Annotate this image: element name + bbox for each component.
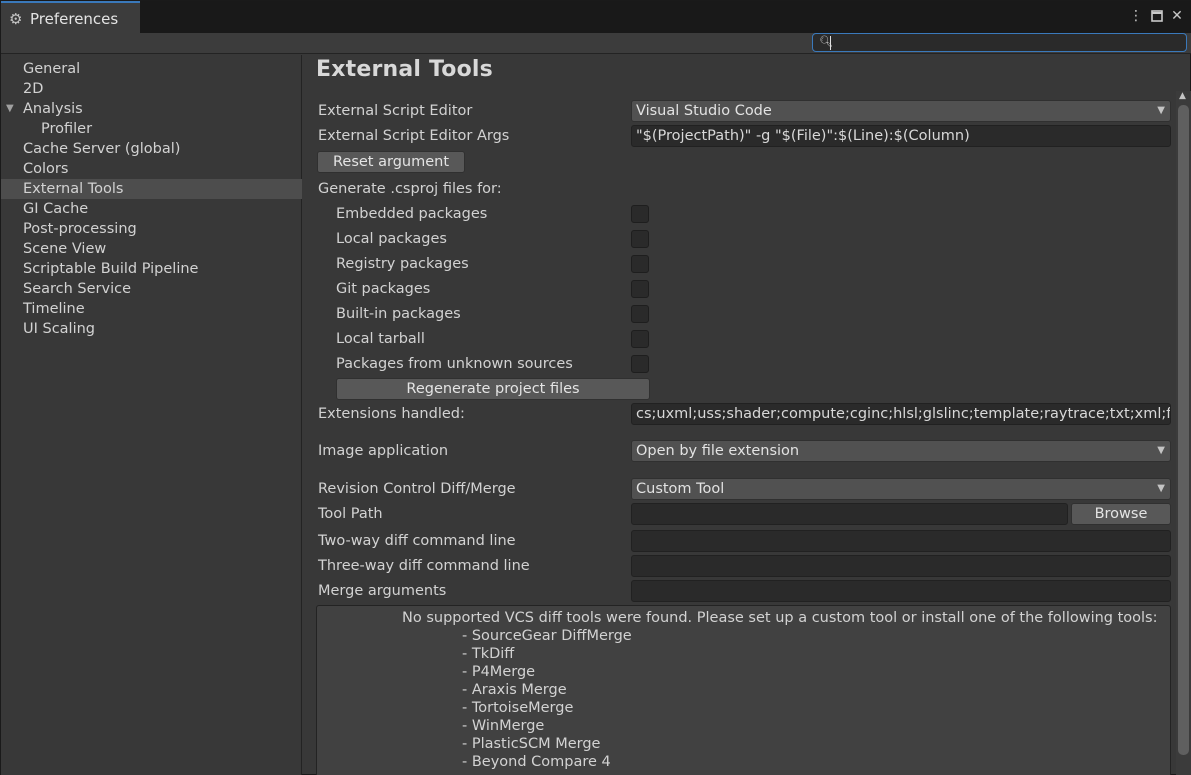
sidebar-item-cache-server[interactable]: Cache Server (global) [1, 139, 302, 159]
sidebar-item-label: Scriptable Build Pipeline [23, 261, 199, 277]
embedded-packages-checkbox[interactable] [631, 205, 649, 223]
window-title: Preferences [30, 9, 119, 28]
title-bar: ⚙ Preferences ⋮ ✕ [1, 1, 1191, 34]
two-way-diff-field[interactable] [631, 530, 1171, 552]
scrollbar-thumb[interactable] [1178, 105, 1189, 755]
sidebar-item-label: General [23, 61, 81, 77]
sidebar-item-external-tools[interactable]: External Tools [1, 179, 302, 199]
maximize-icon[interactable] [1149, 6, 1165, 26]
script-editor-args-field[interactable]: "$(ProjectPath)" -g "$(File)":$(Line):$(… [631, 125, 1171, 147]
sidebar-item-label: 2D [23, 81, 44, 97]
extensions-field[interactable]: cs;uxml;uss;shader;compute;cginc;hlsl;gl… [631, 403, 1171, 425]
help-tool-item: - SourceGear DiffMerge [462, 628, 632, 644]
local-packages-checkbox[interactable] [631, 230, 649, 248]
registry-packages-label: Registry packages [336, 256, 469, 272]
built-in-packages-label: Built-in packages [336, 306, 461, 322]
settings-panel: External Tools External Script Editor Vi… [303, 55, 1175, 775]
merge-arguments-field[interactable] [631, 580, 1171, 602]
close-icon[interactable]: ✕ [1169, 6, 1185, 26]
unknown-sources-checkbox[interactable] [631, 355, 649, 373]
git-packages-label: Git packages [336, 281, 431, 297]
sidebar-item-post-processing[interactable]: Post-processing [1, 219, 302, 239]
text-caret [830, 36, 831, 50]
image-application-dropdown[interactable]: Open by file extension ▼ [631, 440, 1171, 462]
local-tarball-label: Local tarball [336, 331, 425, 347]
two-way-diff-label: Two-way diff command line [318, 533, 516, 549]
chevron-down-icon: ▼ [1157, 105, 1165, 116]
script-editor-value: Visual Studio Code [636, 103, 772, 119]
sidebar-item-profiler[interactable]: Profiler [1, 119, 302, 139]
regenerate-project-files-button[interactable]: Regenerate project files [336, 378, 650, 400]
unknown-sources-label: Packages from unknown sources [336, 356, 573, 372]
sidebar-item-analysis[interactable]: ▼ Analysis [1, 99, 302, 119]
revision-control-label: Revision Control Diff/Merge [318, 481, 516, 497]
sidebar-item-gi-cache[interactable]: GI Cache [1, 199, 302, 219]
sidebar-item-label: External Tools [23, 181, 124, 197]
window-tab[interactable]: ⚙ Preferences [1, 1, 140, 34]
toolbar: 🔍︎ [1, 33, 1191, 54]
merge-arguments-label: Merge arguments [318, 583, 447, 599]
tool-path-label: Tool Path [318, 506, 383, 522]
sidebar-item-ui-scaling[interactable]: UI Scaling [1, 319, 302, 339]
chevron-down-icon: ▼ [1157, 483, 1165, 494]
vertical-scrollbar[interactable]: ▲ [1176, 91, 1191, 775]
preferences-window: ⚙ Preferences ⋮ ✕ 🔍︎ General 2D ▼ Analys… [0, 0, 1191, 775]
help-tool-item: - Beyond Compare 4 [462, 754, 611, 770]
sidebar-item-label: Post-processing [23, 221, 137, 237]
chevron-down-icon: ▼ [1157, 445, 1165, 456]
tool-path-field[interactable] [631, 503, 1068, 525]
sidebar-item-label: Colors [23, 161, 69, 177]
sidebar-item-scene-view[interactable]: Scene View [1, 239, 302, 259]
help-tool-item: - TortoiseMerge [462, 700, 574, 716]
help-tool-item: - P4Merge [462, 664, 536, 680]
registry-packages-checkbox[interactable] [631, 255, 649, 273]
csproj-heading: Generate .csproj files for: [318, 181, 502, 197]
foldout-arrow-icon[interactable]: ▼ [6, 99, 14, 119]
sidebar-item-label: Profiler [41, 121, 93, 137]
extensions-label: Extensions handled: [318, 406, 465, 422]
local-tarball-checkbox[interactable] [631, 330, 649, 348]
sidebar: General 2D ▼ Analysis Profiler Cache Ser… [1, 55, 302, 775]
built-in-packages-checkbox[interactable] [631, 305, 649, 323]
image-application-label: Image application [318, 443, 449, 459]
sidebar-item-general[interactable]: General [1, 59, 302, 79]
gear-icon: ⚙ [9, 9, 23, 28]
script-editor-dropdown[interactable]: Visual Studio Code ▼ [631, 100, 1171, 122]
help-tool-item: - PlasticSCM Merge [462, 736, 601, 752]
git-packages-checkbox[interactable] [631, 280, 649, 298]
three-way-diff-field[interactable] [631, 555, 1171, 577]
sidebar-item-label: Analysis [23, 101, 83, 117]
revision-control-value: Custom Tool [636, 481, 725, 497]
sidebar-item-label: Timeline [23, 301, 85, 317]
embedded-packages-label: Embedded packages [336, 206, 488, 222]
search-input[interactable]: 🔍︎ [812, 33, 1187, 52]
browse-button[interactable]: Browse [1071, 503, 1171, 525]
help-tool-item: - TkDiff [462, 646, 515, 662]
reset-argument-button[interactable]: Reset argument [317, 151, 465, 173]
sidebar-item-search-service[interactable]: Search Service [1, 279, 302, 299]
sidebar-item-scriptable-build-pipeline[interactable]: Scriptable Build Pipeline [1, 259, 302, 279]
three-way-diff-label: Three-way diff command line [318, 558, 530, 574]
script-editor-label: External Script Editor [318, 103, 473, 119]
revision-control-dropdown[interactable]: Custom Tool ▼ [631, 478, 1171, 500]
sidebar-item-label: GI Cache [23, 201, 89, 217]
sidebar-item-label: UI Scaling [23, 321, 96, 337]
sidebar-item-label: Scene View [23, 241, 107, 257]
help-tool-item: - Araxis Merge [462, 682, 567, 698]
help-tool-item: - WinMerge [462, 718, 545, 734]
sidebar-item-label: Cache Server (global) [23, 141, 181, 157]
image-application-value: Open by file extension [636, 443, 800, 459]
scroll-up-icon[interactable]: ▲ [1179, 91, 1186, 101]
local-packages-label: Local packages [336, 231, 447, 247]
sidebar-item-label: Search Service [23, 281, 132, 297]
vcs-help-box: No supported VCS diff tools were found. … [316, 605, 1171, 775]
more-options-icon[interactable]: ⋮ [1128, 6, 1144, 26]
page-title: External Tools [316, 57, 493, 82]
sidebar-item-colors[interactable]: Colors [1, 159, 302, 179]
sidebar-item-timeline[interactable]: Timeline [1, 299, 302, 319]
script-editor-args-label: External Script Editor Args [318, 128, 510, 144]
help-message: No supported VCS diff tools were found. … [402, 610, 1158, 626]
sidebar-item-2d[interactable]: 2D [1, 79, 302, 99]
